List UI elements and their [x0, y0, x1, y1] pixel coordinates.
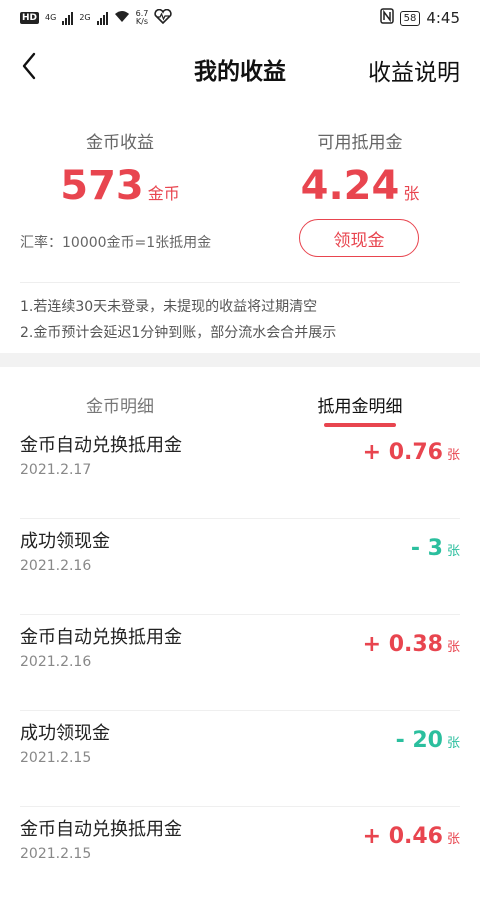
earnings-summary: 金币收益 573 金币 可用抵用金 4.24 张 汇率：10000金币=1张抵用金 … [0, 118, 480, 278]
note-item: 1.若连续30天未登录，未提现的收益将过期清空 [20, 299, 318, 315]
note-item: 2.金币预计会延迟1分钟到账，部分流水会合并展示 [20, 325, 337, 341]
signal-strength-icon [62, 11, 74, 25]
list-item[interactable]: 金币自动兑换抵用金 2021.2.16 + 0.38 张 [20, 615, 460, 711]
heart-rate-icon [154, 8, 173, 28]
status-right: 58 4:45 [379, 8, 460, 28]
divider [20, 282, 460, 283]
record-amount-value: - 20 [395, 728, 443, 753]
status-bar: HD 4G 2G 6.7 K/s 58 4:45 [0, 0, 480, 36]
record-amount: + 0.46 张 [363, 824, 460, 849]
record-date: 2021.2.15 [20, 846, 92, 862]
voucher-balance-value: 4.24 [300, 163, 400, 209]
record-amount: + 0.38 张 [363, 632, 460, 657]
record-date: 2021.2.16 [20, 654, 92, 670]
record-date: 2021.2.15 [20, 750, 92, 766]
voucher-balance-value-row: 4.24 张 [240, 163, 480, 209]
record-amount-value: + 0.38 [362, 632, 443, 657]
notes: 1.若连续30天未登录，未提现的收益将过期清空 2.金币预计会延迟1分钟到账，部… [20, 294, 336, 346]
tab-voucher-details[interactable]: 抵用金明细 [260, 392, 460, 417]
coin-earnings-value-row: 573 金币 [0, 163, 240, 209]
hd-badge: HD [20, 12, 40, 24]
record-amount-value: + 0.46 [362, 824, 443, 849]
voucher-balance-block: 可用抵用金 4.24 张 [240, 118, 480, 209]
record-amount: - 3张 [411, 536, 460, 561]
coin-earnings-label: 金币收益 [86, 133, 154, 153]
record-amount: - 20 张 [396, 728, 460, 753]
record-amount-unit: 张 [446, 640, 460, 655]
record-title: 金币自动兑换抵用金 [20, 435, 182, 456]
record-title: 金币自动兑换抵用金 [20, 627, 182, 648]
record-amount-unit: 张 [446, 544, 460, 559]
voucher-balance-label: 可用抵用金 [317, 133, 403, 153]
coin-earnings-block: 金币收益 573 金币 [0, 118, 240, 209]
list-item[interactable]: 成功领现金 2021.2.16 - 3张 [20, 519, 460, 615]
earnings-info-link[interactable]: 收益说明 [368, 53, 460, 87]
wifi-icon [114, 10, 130, 27]
record-amount-value: - 3 [410, 536, 443, 561]
detail-tabs: 金币明细 抵用金明细 [0, 380, 480, 428]
network-speed: 6.7 K/s [136, 10, 149, 26]
record-amount: + 0.76 张 [363, 440, 460, 465]
section-gap [0, 353, 480, 367]
coin-earnings-value: 573 [60, 163, 144, 209]
nfc-icon [379, 8, 394, 28]
network-4g-label: 4G [45, 13, 57, 22]
app-header: 我的收益 收益说明 [0, 40, 480, 98]
record-title: 成功领现金 [20, 531, 110, 552]
speed-unit: K/s [135, 17, 149, 26]
record-date: 2021.2.16 [20, 558, 92, 574]
clock: 4:45 [426, 9, 460, 27]
record-amount-unit: 张 [446, 448, 460, 463]
signal-strength-icon-2 [96, 11, 108, 25]
record-amount-unit: 张 [446, 832, 460, 847]
record-title: 金币自动兑换抵用金 [20, 819, 182, 840]
record-amount-unit: 张 [446, 736, 460, 751]
network-2g-label: 2G [79, 13, 91, 22]
record-amount-value: + 0.76 [362, 440, 443, 465]
battery-icon: 58 [399, 10, 421, 26]
coin-unit: 金币 [147, 184, 180, 203]
record-title: 成功领现金 [20, 723, 110, 744]
record-date: 2021.2.17 [20, 462, 92, 478]
list-item[interactable]: 金币自动兑换抵用金 2021.2.17 + 0.76 张 [20, 423, 460, 519]
records-list: 金币自动兑换抵用金 2021.2.17 + 0.76 张 成功领现金 2021.2… [0, 423, 480, 903]
tab-coin-details[interactable]: 金币明细 [20, 392, 220, 417]
list-item[interactable]: 成功领现金 2021.2.15 - 20 张 [20, 711, 460, 807]
list-item[interactable]: 金币自动兑换抵用金 2021.2.15 + 0.46 张 [20, 807, 460, 903]
voucher-unit: 张 [403, 184, 420, 203]
exchange-rate-text: 汇率：10000金币=1张抵用金 [20, 235, 212, 251]
status-left: HD 4G 2G 6.7 K/s [20, 8, 173, 28]
withdraw-cash-button[interactable]: 领现金 [299, 219, 419, 257]
